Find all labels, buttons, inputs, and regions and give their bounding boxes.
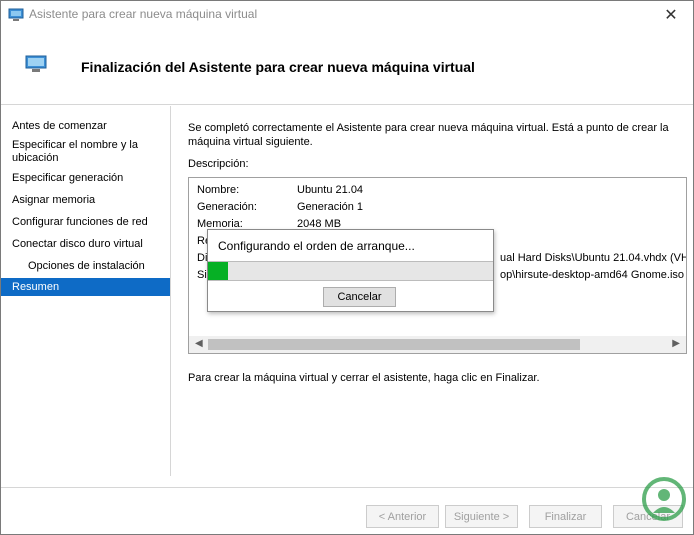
summary-value: Ubuntu 21.04 — [297, 184, 364, 196]
progress-bar-fill — [208, 262, 228, 280]
progress-cancel-button[interactable]: Cancelar — [323, 287, 396, 307]
outro-text: Para crear la máquina virtual y cerrar e… — [188, 372, 540, 384]
summary-key: Nombre: — [197, 184, 240, 196]
horizontal-scrollbar[interactable]: ◀ ▶ — [189, 336, 686, 353]
summary-value: ual Hard Disks\Ubuntu 21.04.vhdx (VHDX — [500, 252, 687, 264]
wizard-window: Asistente para crear nueva máquina virtu… — [0, 0, 694, 535]
wizard-footer: < Anterior Siguiente > Finalizar Cancela… — [1, 487, 693, 534]
summary-key: Generación: — [197, 201, 257, 213]
nav-item-conectar-disco[interactable]: Conectar disco duro virtual — [1, 238, 170, 251]
nav-item-resumen[interactable]: Resumen — [1, 278, 170, 296]
progress-bar — [208, 261, 493, 281]
previous-button[interactable]: < Anterior — [366, 505, 439, 528]
summary-value: op\hirsute-desktop-amd64 Gnome.iso — [500, 269, 685, 281]
finish-button[interactable]: Finalizar — [529, 505, 602, 528]
nav-item-opciones-instalacion[interactable]: Opciones de instalación — [1, 260, 170, 273]
description-label: Descripción: — [188, 158, 249, 170]
nav-item-configurar-red[interactable]: Configurar funciones de red — [1, 216, 170, 229]
progress-dialog: Configurando el orden de arranque... Can… — [207, 229, 494, 312]
logo-watermark-icon — [639, 471, 689, 533]
next-button[interactable]: Siguiente > — [445, 505, 518, 528]
nav-item-antes-de-comenzar[interactable]: Antes de comenzar — [1, 120, 170, 133]
page-title: Finalización del Asistente para crear nu… — [81, 59, 475, 75]
title-bar: Asistente para crear nueva máquina virtu… — [1, 1, 693, 29]
virtual-machine-icon — [25, 55, 47, 73]
intro-text-line2: máquina virtual siguiente. — [188, 136, 313, 148]
close-button[interactable]: ✕ — [649, 1, 693, 29]
wizard-steps-nav: Antes de comenzar Especificar el nombre … — [1, 106, 171, 476]
scroll-right-icon[interactable]: ▶ — [672, 338, 680, 349]
progress-status-text: Configurando el orden de arranque... — [218, 239, 415, 253]
nav-item-especificar-nombre-cont[interactable]: ubicación — [1, 152, 170, 165]
summary-value: Generación 1 — [297, 201, 364, 213]
virtual-machine-icon — [8, 7, 24, 23]
scrollbar-thumb[interactable] — [208, 339, 580, 350]
scroll-left-icon[interactable]: ◀ — [195, 338, 203, 349]
nav-item-especificar-generacion[interactable]: Especificar generación — [1, 172, 170, 185]
window-title: Asistente para crear nueva máquina virtu… — [29, 7, 258, 21]
intro-text-line1: Se completó correctamente el Asistente p… — [188, 122, 669, 134]
nav-item-especificar-nombre[interactable]: Especificar el nombre y la — [1, 139, 170, 152]
nav-item-asignar-memoria[interactable]: Asignar memoria — [1, 194, 170, 207]
wizard-header: Finalización del Asistente para crear nu… — [1, 29, 693, 105]
close-icon: ✕ — [664, 7, 678, 24]
